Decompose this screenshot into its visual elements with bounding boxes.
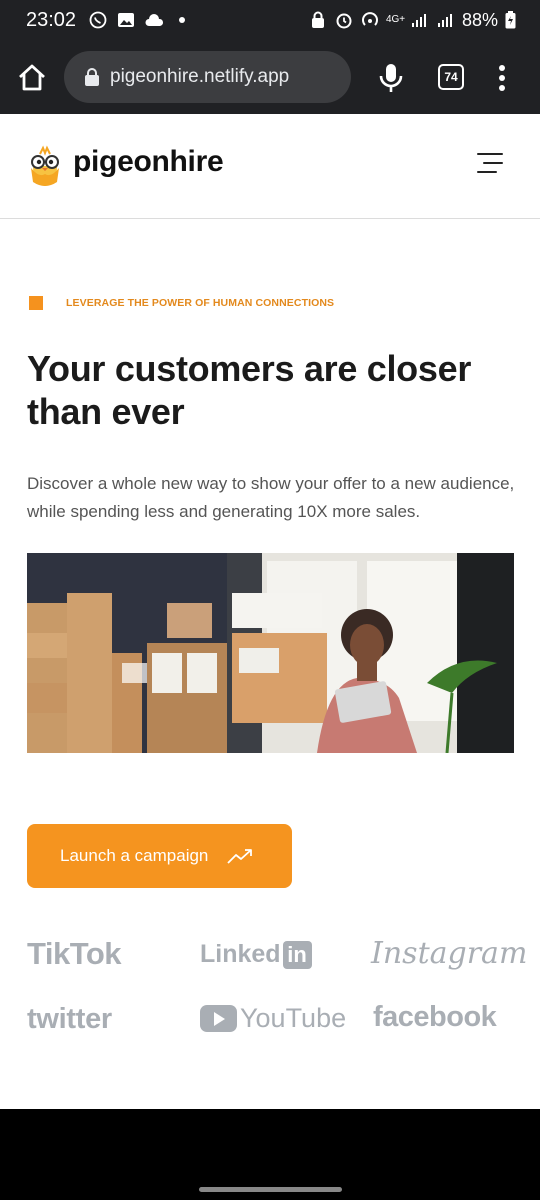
url-text: pigeonhire.netlify.app — [110, 66, 290, 87]
home-button[interactable] — [16, 62, 48, 94]
dot-icon — [172, 10, 192, 30]
facebook-logo: facebook — [373, 1001, 497, 1033]
hero-photo — [27, 553, 514, 753]
trending-up-icon — [226, 847, 254, 865]
hero-title: Your customers are closer than ever — [27, 348, 472, 432]
home-icon — [19, 64, 45, 91]
launch-campaign-label: Launch a campaign — [60, 846, 209, 865]
youtube-logo-text: YouTube — [240, 1003, 347, 1033]
tab-switcher-button[interactable]: 74 — [438, 64, 464, 90]
eyebrow-text: LEVERAGE THE POWER OF HUMAN CONNECTIONS — [66, 297, 335, 309]
microphone-icon — [379, 64, 403, 92]
twitter-logo: twitter — [27, 1003, 112, 1035]
linkedin-logo-text: Linked — [200, 940, 281, 968]
linkedin-in-box: in — [282, 940, 312, 969]
menu-icon — [477, 153, 503, 173]
battery-percent: 88% — [461, 9, 498, 30]
battery-icon — [504, 10, 516, 30]
instagram-logo: Instagram — [371, 936, 528, 971]
more-options-button[interactable] — [496, 64, 508, 92]
brand-logo-text[interactable]: pigeonhire — [73, 145, 224, 179]
youtube-logo: YouTube — [200, 1003, 346, 1034]
lock-status-icon — [308, 10, 328, 30]
network-type: 4G+ — [385, 14, 406, 25]
hotspot-icon — [360, 10, 380, 30]
voice-search-button[interactable] — [378, 62, 404, 94]
pigeon-logo-icon[interactable] — [25, 144, 65, 188]
image-icon — [116, 10, 136, 30]
more-vert-icon — [499, 65, 505, 91]
web-page: pigeonhire LEVERAGE THE POWER OF HUMAN C… — [0, 114, 540, 1109]
cloud-icon — [144, 10, 164, 30]
hamburger-menu-button[interactable] — [476, 151, 504, 175]
hero-subtitle: Discover a whole new way to show your of… — [27, 474, 515, 521]
alarm-icon — [334, 10, 354, 30]
linkedin-logo: Linked in — [200, 940, 312, 969]
status-bar: 23:02 4G+ 88% — [0, 0, 540, 40]
youtube-play-icon — [200, 1005, 237, 1032]
site-header: pigeonhire — [0, 114, 540, 219]
launch-campaign-button[interactable]: Launch a campaign — [27, 824, 292, 888]
signal-2-icon — [436, 10, 456, 30]
gesture-navigation-bar[interactable] — [199, 1187, 342, 1192]
eyebrow-marker — [29, 296, 43, 310]
tiktok-logo: TikTok — [27, 936, 122, 971]
lock-icon — [84, 68, 100, 86]
whatsapp-icon — [88, 10, 108, 30]
address-bar[interactable]: pigeonhire.netlify.app — [64, 51, 351, 103]
browser-toolbar: pigeonhire.netlify.app 74 — [0, 40, 540, 114]
signal-icon — [410, 10, 430, 30]
status-time: 23:02 — [26, 8, 77, 31]
